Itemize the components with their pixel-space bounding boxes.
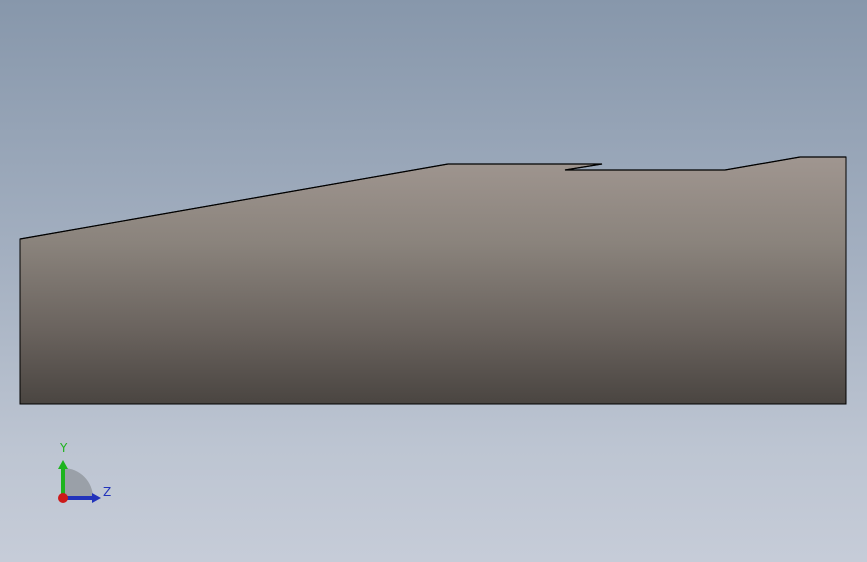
part-model[interactable] [0,0,867,562]
z-axis-label: Z [103,485,112,499]
triad-plane-indicator [63,468,93,498]
triad-graphic [58,460,101,503]
y-axis-label: Y [60,441,68,455]
z-axis-arrowhead [92,493,101,503]
x-axis-origin-dot [58,493,68,503]
part-profile-face[interactable] [19,156,847,405]
y-axis-arrowhead [58,460,68,469]
view-orientation-triad[interactable]: Y Z [48,440,118,510]
graphics-viewport[interactable]: Y Z [0,0,867,562]
